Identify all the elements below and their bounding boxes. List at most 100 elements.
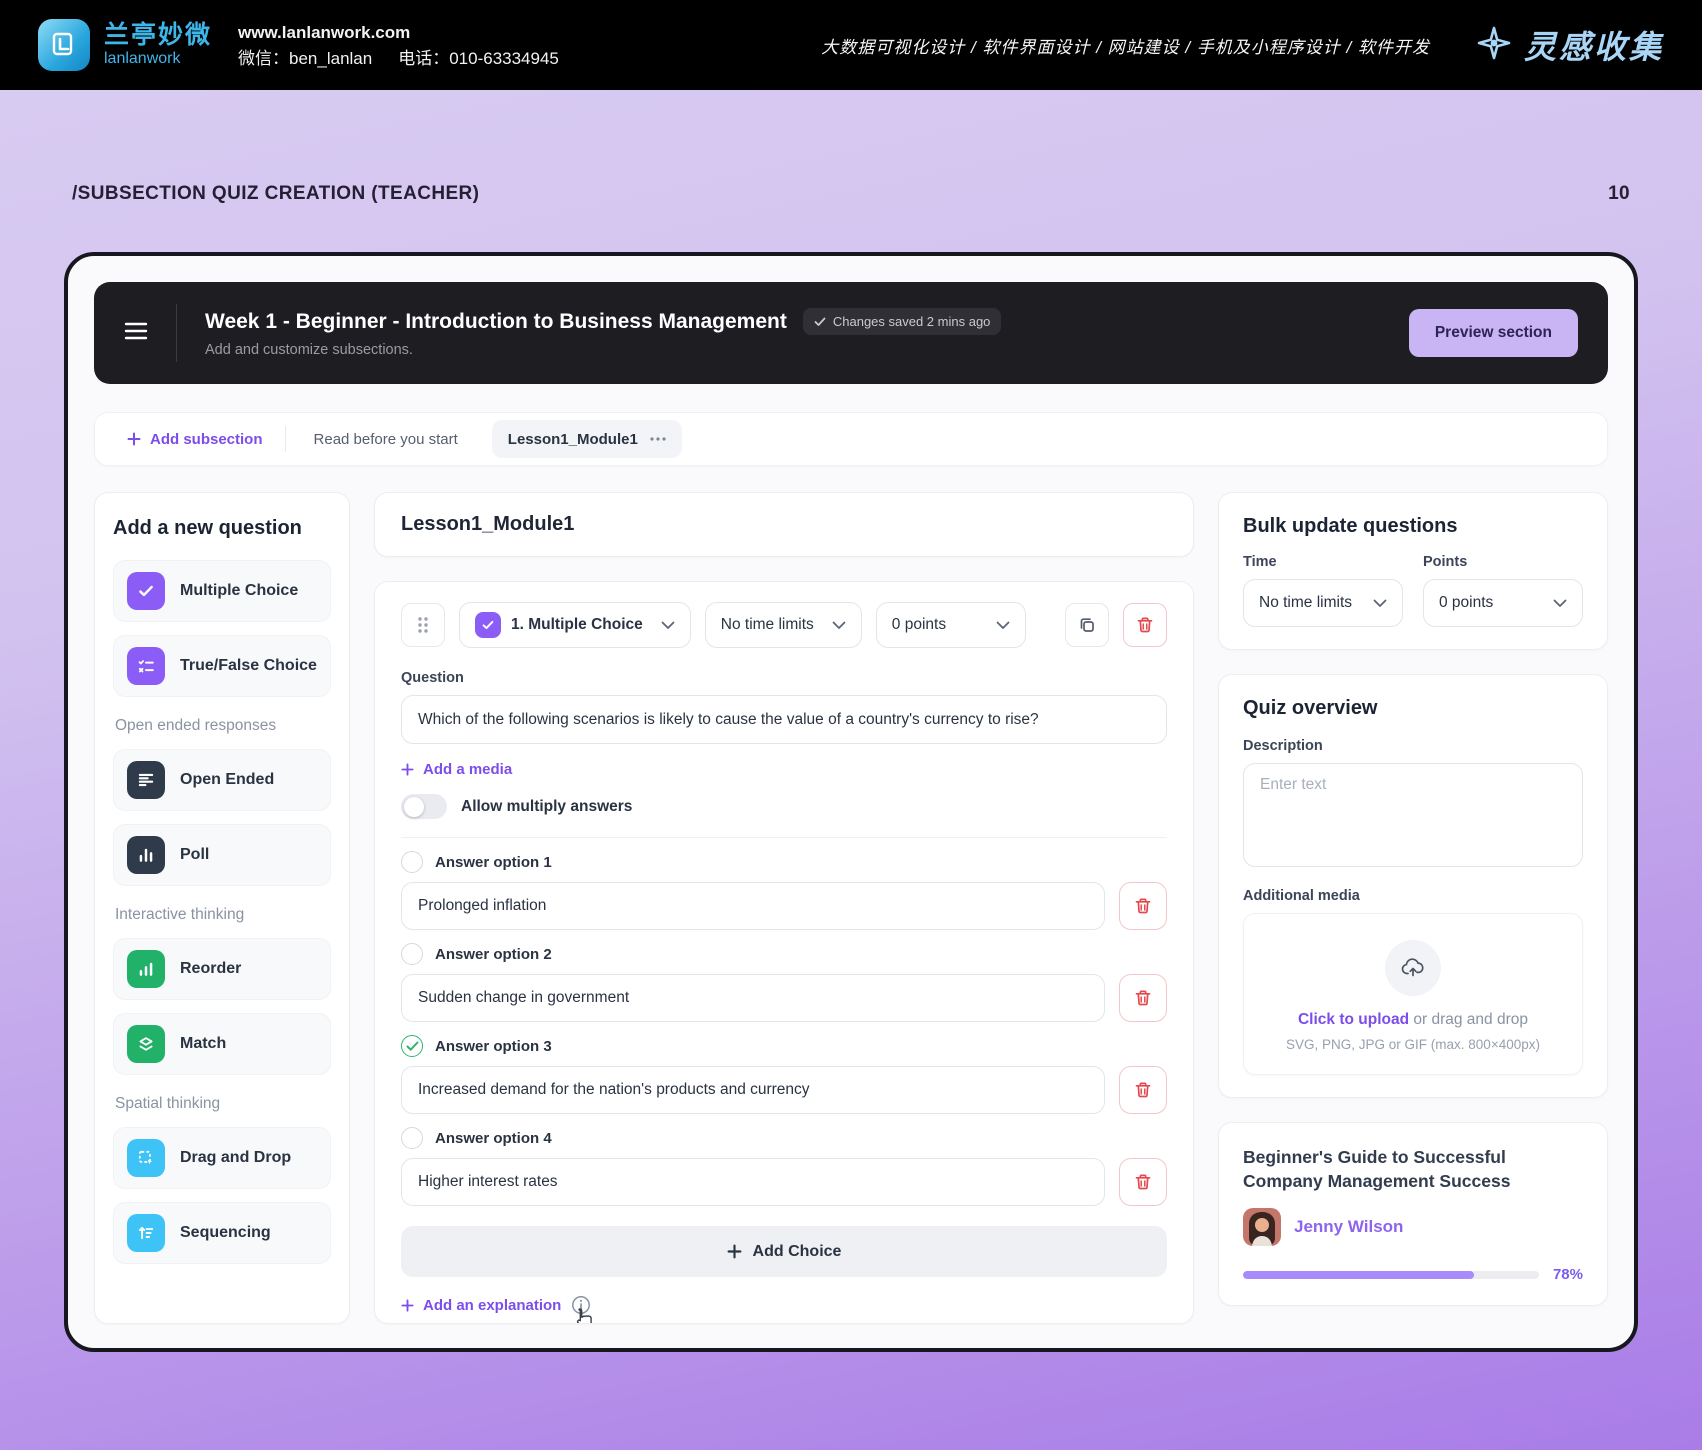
plus-icon xyxy=(727,1244,742,1259)
header-divider xyxy=(176,304,177,362)
trash-icon xyxy=(1134,1173,1152,1191)
option-2-label: Answer option 2 xyxy=(435,946,552,963)
quiz-overview-card: Quiz overview Description Additional med… xyxy=(1218,674,1608,1098)
delete-option-1-button[interactable] xyxy=(1119,882,1167,930)
sidebar-item-reorder[interactable]: Reorder xyxy=(113,938,331,1000)
chevron-down-icon xyxy=(996,621,1010,630)
delete-option-2-button[interactable] xyxy=(1119,974,1167,1022)
section-spatial-thinking: Spatial thinking xyxy=(115,1095,329,1113)
course-summary-card: Beginner's Guide to Successful Company M… xyxy=(1218,1122,1608,1306)
sidebar-item-true-false[interactable]: True/False Choice xyxy=(113,635,331,697)
allow-multiple-toggle[interactable] xyxy=(401,794,447,819)
click-to-upload-link[interactable]: Click to upload xyxy=(1298,1011,1409,1028)
section-open-ended-responses: Open ended responses xyxy=(115,717,329,735)
section-interactive-thinking: Interactive thinking xyxy=(115,906,329,924)
sidebar-item-multiple-choice[interactable]: Multiple Choice xyxy=(113,560,331,622)
open-ended-icon xyxy=(127,761,165,799)
logo-en-text: lanlanwork xyxy=(104,50,212,68)
description-textarea[interactable] xyxy=(1243,763,1583,867)
sidebar-item-open-ended[interactable]: Open Ended xyxy=(113,749,331,811)
chevron-down-icon xyxy=(832,621,846,630)
option-1-input[interactable] xyxy=(401,882,1105,930)
logo-cn-text: 兰亭妙微 xyxy=(104,22,212,50)
sidebar-item-drag-and-drop[interactable]: Drag and Drop xyxy=(113,1127,331,1189)
option-4-input[interactable] xyxy=(401,1158,1105,1206)
time-limit-select[interactable]: No time limits xyxy=(705,602,862,648)
answer-option-row: Answer option 4 xyxy=(401,1127,1167,1206)
allow-multiple-label: Allow multiply answers xyxy=(461,798,632,816)
changes-saved-badge: Changes saved 2 mins ago xyxy=(803,308,1002,335)
brand-right-text: 灵感收集 xyxy=(1524,22,1664,68)
add-subsection-button[interactable]: Add subsection xyxy=(105,431,285,448)
sidebar-item-match[interactable]: Match xyxy=(113,1013,331,1075)
time-label: Time xyxy=(1243,554,1403,570)
section-title: Week 1 - Beginner - Introduction to Busi… xyxy=(205,310,787,334)
course-title: Beginner's Guide to Successful Company M… xyxy=(1243,1145,1583,1193)
progress-bar xyxy=(1243,1271,1539,1279)
lesson-card-title: Lesson1_Module1 xyxy=(374,492,1194,557)
description-label: Description xyxy=(1243,738,1583,754)
option-2-radio[interactable] xyxy=(401,943,423,965)
reorder-icon xyxy=(127,950,165,988)
top-banner: 兰亭妙微 lanlanwork www.lanlanwork.com 微信：be… xyxy=(0,0,1702,90)
quiz-overview-title: Quiz overview xyxy=(1243,697,1583,720)
option-2-input[interactable] xyxy=(401,974,1105,1022)
duplicate-question-button[interactable] xyxy=(1065,603,1109,647)
delete-option-3-button[interactable] xyxy=(1119,1066,1167,1114)
option-4-radio[interactable] xyxy=(401,1127,423,1149)
chevron-down-icon xyxy=(1373,599,1387,608)
answer-option-row: Answer option 2 xyxy=(401,943,1167,1022)
question-type-select[interactable]: 1. Multiple Choice xyxy=(459,602,691,648)
services-list: 大数据可视化设计 / 软件界面设计 / 网站建设 / 手机及小程序设计 / 软件… xyxy=(821,33,1430,58)
option-1-radio[interactable] xyxy=(401,851,423,873)
delete-option-4-button[interactable] xyxy=(1119,1158,1167,1206)
bulk-time-select[interactable]: No time limits xyxy=(1243,579,1403,627)
option-3-radio-checked[interactable] xyxy=(401,1035,423,1057)
bulk-update-card: Bulk update questions Time No time limit… xyxy=(1218,492,1608,650)
add-explanation-button[interactable]: Add an explanation xyxy=(401,1297,561,1314)
check-icon xyxy=(814,317,826,327)
upload-hint: SVG, PNG, JPG or GIF (max. 800×400px) xyxy=(1286,1037,1540,1052)
sidebar-item-sequencing[interactable]: Sequencing xyxy=(113,1202,331,1264)
subsection-tabs: Add subsection Read before you start Les… xyxy=(94,412,1608,466)
tab-lesson1-module1[interactable]: Lesson1_Module1 xyxy=(492,420,682,458)
section-subtitle: Add and customize subsections. xyxy=(205,342,1001,358)
upload-dropzone[interactable]: Click to upload or drag and drop SVG, PN… xyxy=(1243,913,1583,1075)
drag-handle[interactable] xyxy=(401,603,445,647)
option-3-input[interactable] xyxy=(401,1066,1105,1114)
drag-and-drop-icon xyxy=(127,1139,165,1177)
website-url: www.lanlanwork.com xyxy=(238,24,585,41)
question-editor-card: 1. Multiple Choice No time limits 0 poin… xyxy=(374,581,1194,1324)
bulk-update-title: Bulk update questions xyxy=(1243,515,1583,538)
lanlanwork-logo-icon xyxy=(38,19,90,71)
bulk-points-select[interactable]: 0 points xyxy=(1423,579,1583,627)
points-select[interactable]: 0 points xyxy=(876,602,1026,648)
question-type-check-icon xyxy=(475,612,501,638)
trash-icon xyxy=(1134,897,1152,915)
copy-icon xyxy=(1078,616,1096,634)
menu-icon[interactable] xyxy=(124,322,148,345)
question-types-sidebar: Add a new question Multiple Choice True/ xyxy=(94,492,350,1324)
upload-cloud-icon xyxy=(1385,940,1441,996)
question-label: Question xyxy=(401,670,1167,686)
sidebar-item-poll[interactable]: Poll xyxy=(113,824,331,886)
match-icon xyxy=(127,1025,165,1063)
tab-read-before-start[interactable]: Read before you start xyxy=(286,431,486,448)
pointer-cursor-icon xyxy=(573,1307,595,1324)
question-input[interactable] xyxy=(401,695,1167,744)
author-name[interactable]: Jenny Wilson xyxy=(1294,1217,1403,1237)
add-choice-button[interactable]: Add Choice xyxy=(401,1226,1167,1277)
preview-section-button[interactable]: Preview section xyxy=(1409,309,1578,357)
delete-question-button[interactable] xyxy=(1123,603,1167,647)
option-4-label: Answer option 4 xyxy=(435,1130,552,1147)
sparkle-icon xyxy=(1474,23,1514,68)
section-header: Week 1 - Beginner - Introduction to Busi… xyxy=(94,282,1608,384)
plus-icon xyxy=(401,763,414,776)
add-media-button[interactable]: Add a media xyxy=(401,761,512,778)
plus-icon xyxy=(401,1299,414,1312)
more-icon[interactable] xyxy=(650,437,666,441)
trash-icon xyxy=(1136,616,1154,634)
poll-icon xyxy=(127,836,165,874)
avatar xyxy=(1243,1208,1281,1246)
sequencing-icon xyxy=(127,1214,165,1252)
